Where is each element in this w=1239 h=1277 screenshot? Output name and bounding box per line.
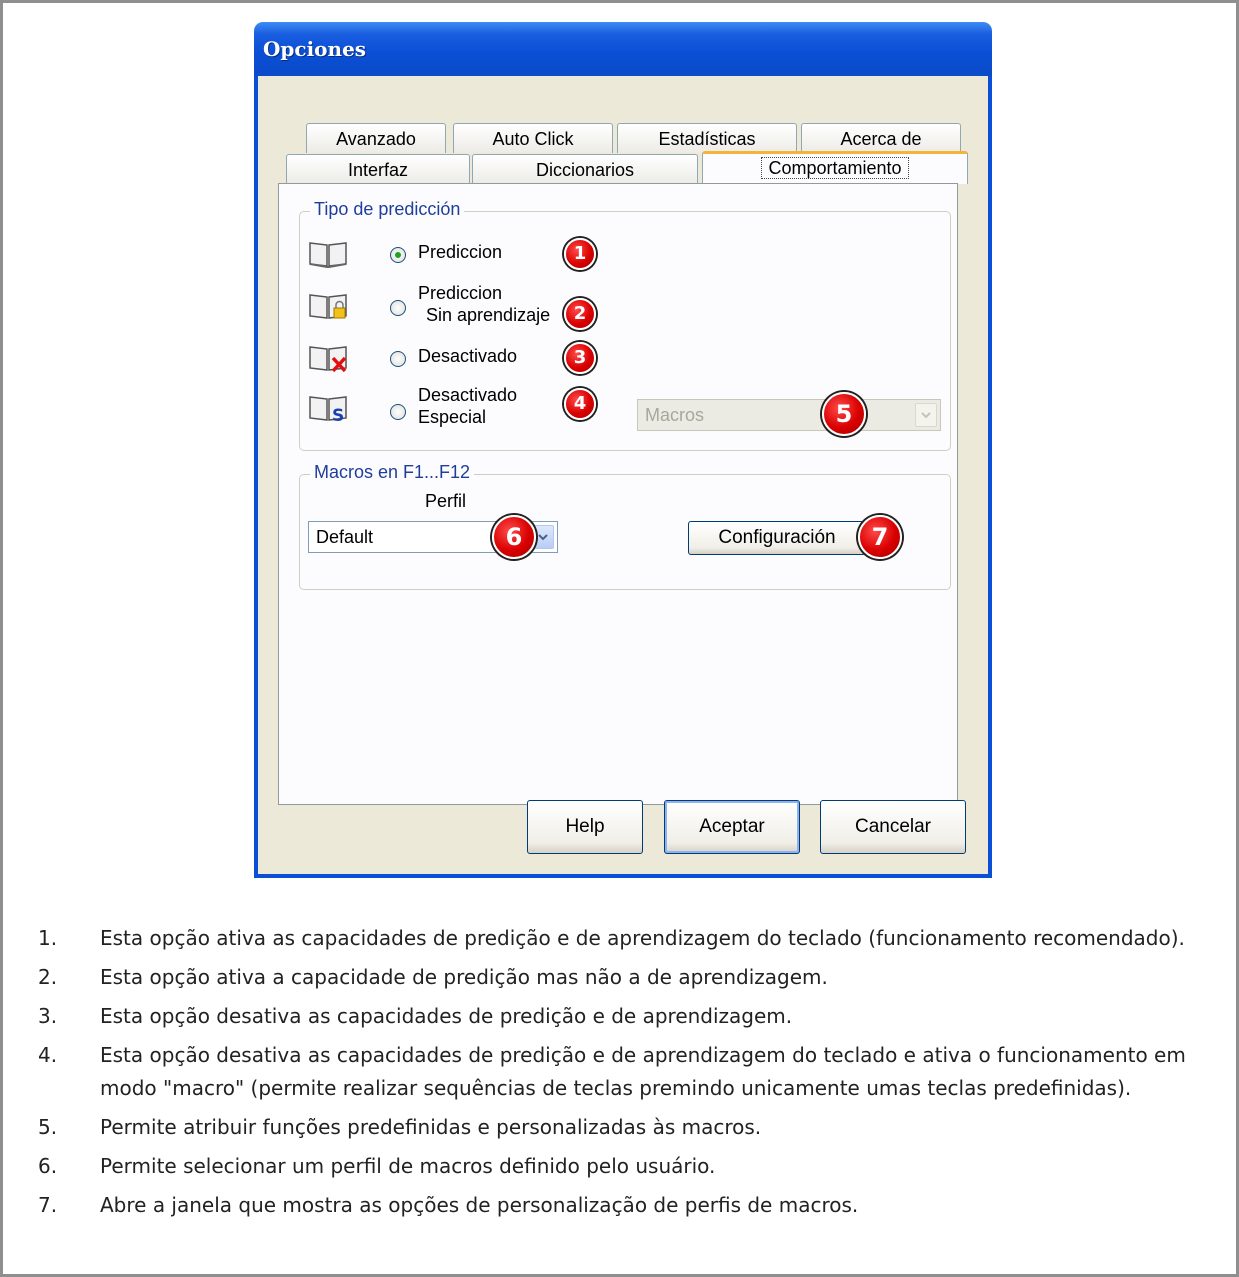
option-4-label-line1: Desactivado (418, 385, 518, 405)
list-item-text: Permite selecionar um perfil de macros d… (100, 1154, 716, 1178)
callout-badge: 5 (822, 392, 866, 436)
list-item: 1. Esta opção ativa as capacidades de pre… (38, 922, 1218, 955)
explanation-list: 1. Esta opção ativa as capacidades de pre… (38, 922, 1218, 1228)
option-3-label: Desactivado (418, 346, 518, 366)
list-item: 6. Permite selecionar um perfil de macros… (38, 1150, 1218, 1183)
list-item-number: 2. (38, 965, 58, 989)
list-item: 4. Esta opção desativa as capacidades de … (38, 1039, 1218, 1105)
options-dialog: Opciones Avanzado Auto Click Estadística… (254, 22, 992, 878)
list-item-number: 6. (38, 1154, 58, 1178)
prediction-group-label: Tipo de predicción (310, 199, 465, 220)
tab-auto-click[interactable]: Auto Click (453, 123, 613, 153)
dialog-title: Opciones (263, 37, 367, 61)
tab-diccionarios[interactable]: Diccionarios (472, 154, 698, 184)
prediction-type-group: Tipo de predicción Prediccion 1 Predicci… (299, 199, 951, 451)
list-item-text: Permite atribuir funções predefinidas e … (100, 1115, 762, 1139)
callout-badge: 3 (564, 342, 596, 374)
dialog-titlebar[interactable]: Opciones (254, 22, 992, 76)
book-lock-icon (309, 294, 347, 319)
list-item-number: 5. (38, 1115, 58, 1139)
profile-label: Perfil (425, 491, 467, 511)
configuracion-button[interactable]: Configuración (688, 521, 866, 555)
book-disabled-icon (309, 346, 347, 373)
radio-prediccion-sin-aprendizaje[interactable] (390, 300, 406, 316)
callout-badge: 6 (492, 515, 536, 559)
tab-avanzado[interactable]: Avanzado (306, 123, 446, 153)
tab-panel: Tipo de predicción Prediccion 1 Predicci… (278, 183, 958, 805)
list-item-number: 3. (38, 1004, 58, 1028)
list-item-number: 4. (38, 1043, 58, 1067)
macros-group-label: Macros en F1...F12 (310, 462, 475, 483)
tab-comportamiento-label: Comportamiento (761, 157, 909, 179)
radio-prediccion[interactable] (390, 247, 406, 263)
list-item: 2. Esta opção ativa a capacidade de predi… (38, 961, 1218, 994)
book-icon (309, 242, 347, 268)
accept-button[interactable]: Aceptar (664, 800, 800, 854)
callout-badge: 1 (564, 238, 596, 270)
tab-interfaz[interactable]: Interfaz (286, 154, 470, 184)
macros-group: Macros en F1...F12 Perfil Default 6 Conf… (299, 462, 951, 590)
chevron-down-icon (921, 412, 931, 419)
book-special-icon: S (309, 396, 347, 423)
list-item: 5. Permite atribuir funções predefinidas … (38, 1111, 1218, 1144)
list-item-text: Esta opção ativa a capacidade de prediçã… (100, 965, 828, 989)
tab-comportamiento[interactable]: Comportamiento (702, 151, 968, 184)
list-item: 3. Esta opção desativa as capacidades de … (38, 1000, 1218, 1033)
option-1-label: Prediccion (418, 242, 503, 262)
macros-select[interactable]: Macros (637, 399, 941, 431)
svg-text:S: S (332, 406, 344, 423)
list-item-text: Esta opção desativa as capacidades de pr… (100, 1004, 793, 1028)
option-2-label-line2: Sin aprendizaje (426, 305, 551, 325)
list-item-text: Abre a janela que mostra as opções de pe… (100, 1193, 859, 1217)
tab-acerca-de[interactable]: Acerca de (801, 123, 961, 153)
profile-select-value: Default (316, 527, 374, 547)
radio-desactivado[interactable] (390, 351, 406, 367)
list-item-number: 7. (38, 1193, 58, 1217)
macros-select-value: Macros (645, 405, 705, 425)
chevron-down-icon (538, 534, 548, 541)
list-item: 7. Abre a janela que mostra as opções de … (38, 1189, 1218, 1222)
tab-estadisticas[interactable]: Estadísticas (617, 123, 797, 153)
macros-select-dropdown-button[interactable] (915, 403, 937, 427)
list-item-text: Esta opção desativa as capacidades de pr… (100, 1043, 1186, 1100)
callout-badge: 7 (858, 515, 902, 559)
option-4-label-line2: Especial (418, 407, 487, 427)
radio-desactivado-especial[interactable] (390, 404, 406, 420)
list-item-text: Esta opção ativa as capacidades de predi… (100, 926, 1185, 950)
callout-badge: 2 (564, 298, 596, 330)
callout-badge: 4 (564, 388, 596, 420)
cancel-button[interactable]: Cancelar (820, 800, 966, 854)
option-2-label-line1: Prediccion (418, 283, 503, 303)
list-item-number: 1. (38, 926, 58, 950)
help-button[interactable]: Help (527, 800, 643, 854)
